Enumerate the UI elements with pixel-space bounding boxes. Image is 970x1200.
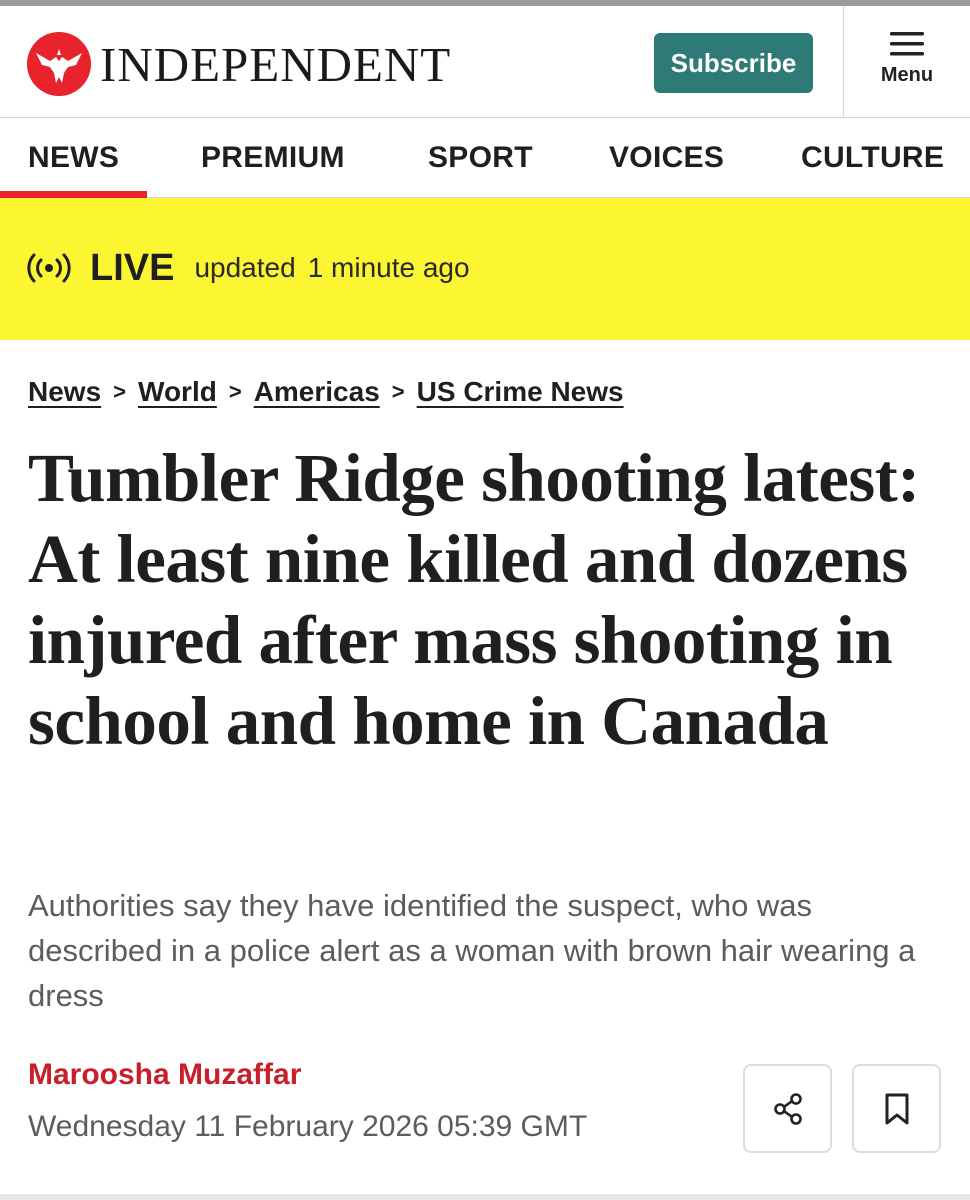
broadcast-icon	[27, 253, 71, 283]
article-headline: Tumbler Ridge shooting latest: At least …	[28, 440, 920, 759]
breadcrumb-separator: >	[228, 379, 242, 404]
section-nav: NEWS PREMIUM SPORT VOICES CULTURE	[0, 118, 970, 198]
logo-wordmark: INDEPENDENT	[100, 36, 452, 92]
active-tab-indicator	[0, 191, 147, 198]
subscribe-button[interactable]: Subscribe	[654, 33, 813, 93]
menu-label: Menu	[880, 64, 934, 86]
nav-item-news[interactable]: NEWS	[28, 118, 119, 197]
site-logo[interactable]: INDEPENDENT	[26, 32, 451, 96]
live-label: LIVE	[90, 246, 175, 289]
breadcrumb-link-us-crime-news[interactable]: US Crime News	[417, 376, 624, 408]
live-status: LIVE updated 1 minute ago	[26, 243, 470, 293]
site-header: INDEPENDENT Subscribe Menu	[0, 6, 970, 118]
live-banner: LIVE updated 1 minute ago	[0, 198, 970, 340]
breadcrumb-separator: >	[113, 379, 127, 404]
breadcrumb-separator: >	[391, 379, 405, 404]
nav-item-premium[interactable]: PREMIUM	[201, 118, 345, 197]
bookmark-icon	[885, 1093, 908, 1124]
nav-item-voices[interactable]: VOICES	[609, 118, 724, 197]
breadcrumb-link-news[interactable]: News	[28, 376, 101, 408]
article-standfirst: Authorities say they have identified the…	[28, 888, 916, 1013]
menu-button[interactable]: Menu	[843, 6, 970, 118]
bottom-border	[0, 1194, 970, 1200]
bookmark-button[interactable]	[852, 1064, 941, 1153]
live-updated-time: 1 minute ago	[307, 252, 470, 283]
breadcrumb-link-americas[interactable]: Americas	[254, 376, 380, 408]
live-updated-text: updated	[194, 252, 296, 283]
share-icon	[773, 1092, 802, 1125]
breadcrumb-link-world[interactable]: World	[138, 376, 217, 408]
hamburger-icon	[890, 32, 924, 56]
nav-item-culture[interactable]: CULTURE	[801, 118, 944, 197]
nav-item-sport[interactable]: SPORT	[428, 118, 533, 197]
author-name[interactable]: Maroosha Muzaffar	[28, 1058, 301, 1092]
breadcrumb: News > World > Americas > US Crime News	[28, 372, 624, 412]
share-button[interactable]	[743, 1064, 832, 1153]
publish-date: Wednesday 11 February 2026 05:39 GMT	[28, 1110, 588, 1143]
eagle-logo-icon	[27, 32, 91, 96]
